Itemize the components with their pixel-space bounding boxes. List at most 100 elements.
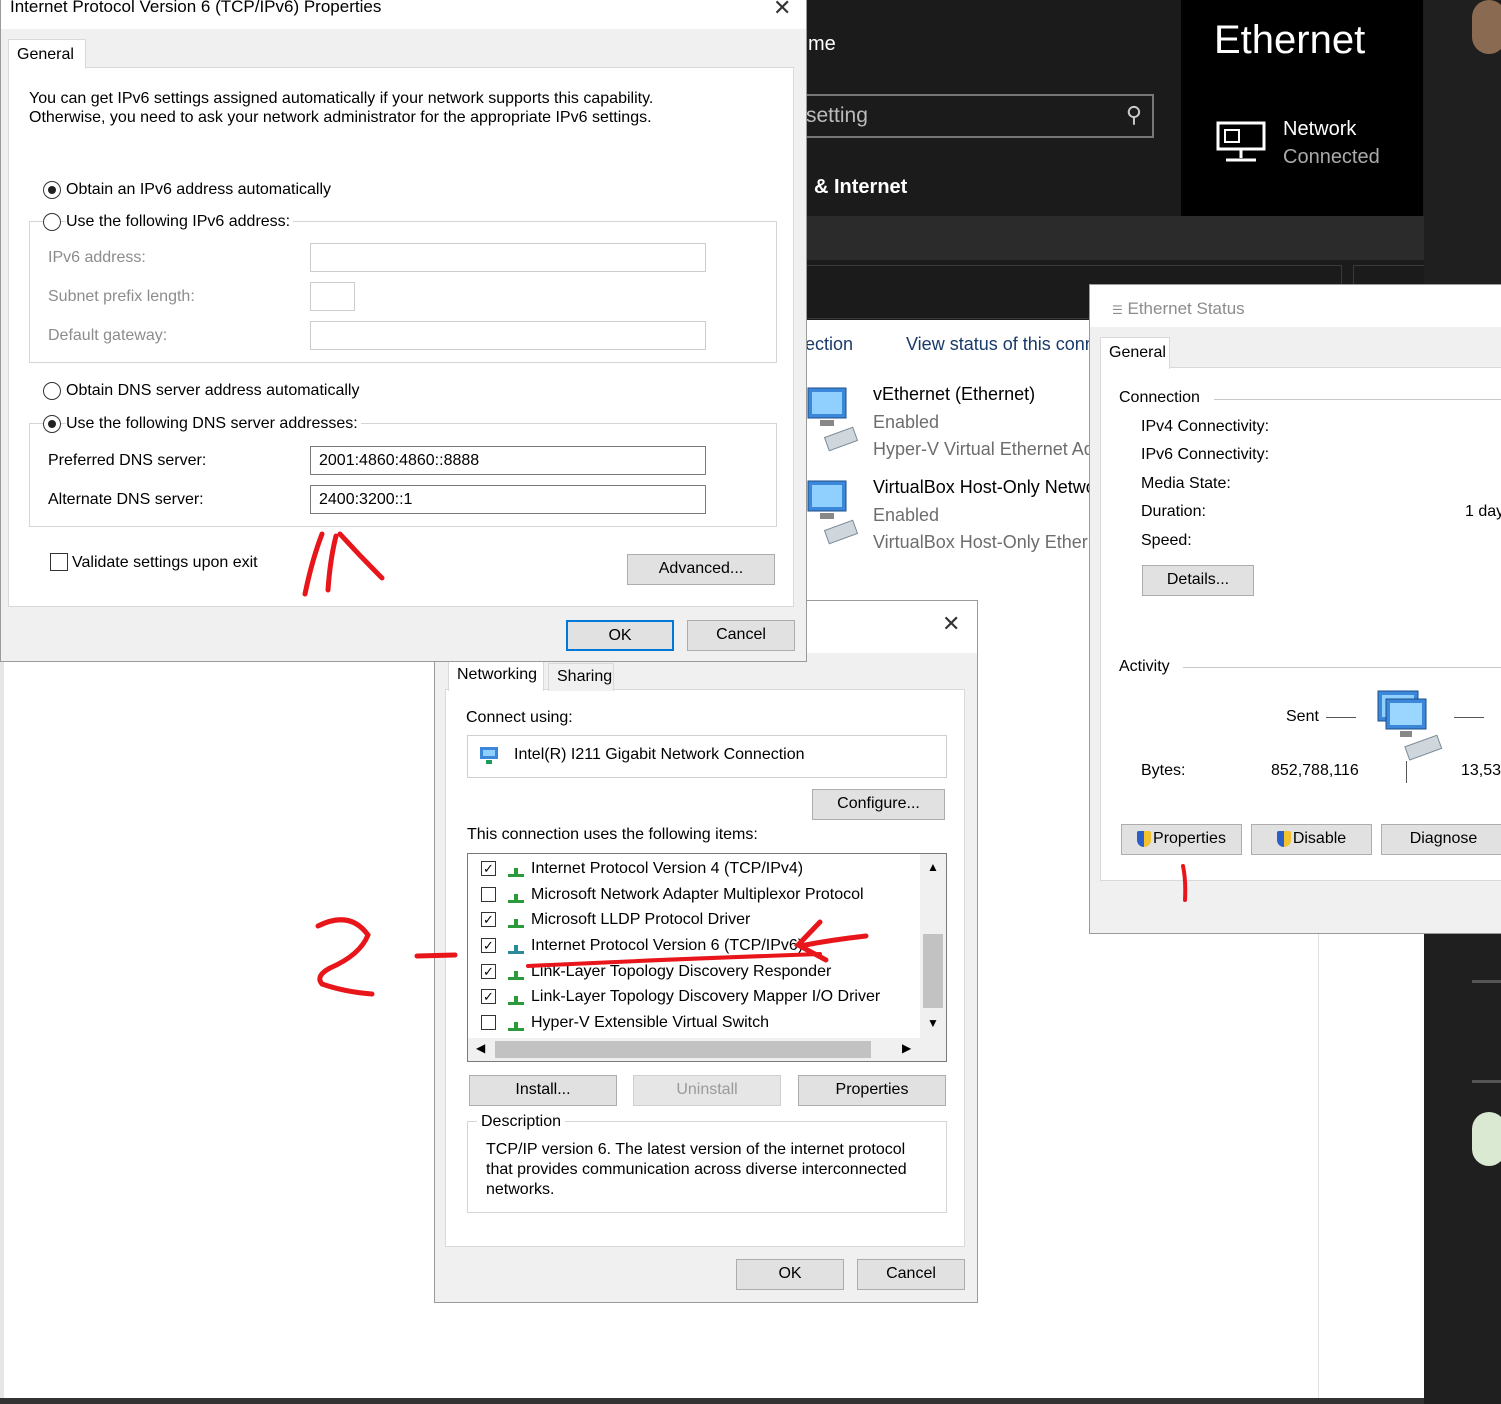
- ok-button[interactable]: OK: [736, 1259, 844, 1290]
- group-divider: [1214, 399, 1501, 400]
- item-label: Microsoft Network Adapter Multiplexor Pr…: [531, 886, 864, 903]
- network-adapter-icon: [807, 387, 859, 452]
- taskbar-edge: [0, 1398, 1424, 1404]
- adapter-status: Enabled: [873, 412, 940, 432]
- radio-obtain-ipv6-auto[interactable]: [43, 181, 61, 199]
- diagnose-button[interactable]: Diagnose: [1381, 824, 1501, 855]
- adapter-status: Enabled: [873, 505, 940, 525]
- avatar[interactable]: [1472, 0, 1501, 54]
- network-status: Connected: [1283, 146, 1380, 168]
- properties-button[interactable]: Properties: [1121, 824, 1242, 855]
- item-checkbox[interactable]: [481, 1015, 496, 1030]
- ipv6-properties-dialog: Internet Protocol Version 6 (TCP/IPv6) P…: [0, 0, 807, 662]
- radio-obtain-ipv6-auto-label: Obtain an IPv6 address automatically: [66, 181, 332, 198]
- install-button[interactable]: Install...: [469, 1075, 617, 1106]
- settings-home-label[interactable]: me: [808, 33, 836, 56]
- item-label: Link-Layer Topology Discovery Responder: [531, 963, 832, 980]
- default-gateway-field[interactable]: [310, 321, 706, 350]
- ok-button[interactable]: OK: [566, 620, 674, 651]
- tab-networking[interactable]: Networking: [448, 659, 544, 691]
- sidebar-divider: [1472, 980, 1501, 983]
- validate-checkbox[interactable]: [50, 553, 68, 571]
- alternate-dns-field[interactable]: 2400:3200::1: [310, 485, 706, 514]
- dialog-title: Internet Protocol Version 6 (TCP/IPv6) P…: [10, 0, 382, 16]
- scroll-up-icon[interactable]: ▲: [927, 860, 939, 874]
- list-item-selected[interactable]: ✓ Internet Protocol Version 6 (TCP/IPv6): [468, 935, 918, 959]
- item-checkbox[interactable]: ✓: [481, 938, 496, 953]
- scroll-right-icon[interactable]: ▶: [902, 1041, 911, 1055]
- list-item[interactable]: ✓ Link-Layer Topology Discovery Responde…: [468, 961, 918, 985]
- list-item[interactable]: Microsoft Network Adapter Multiplexor Pr…: [468, 884, 918, 908]
- description-text-line: that provides communication across diver…: [486, 1161, 907, 1178]
- adapter-name-field: Intel(R) I211 Gigabit Network Connection: [467, 735, 947, 778]
- close-icon[interactable]: ✕: [942, 611, 960, 637]
- tab-general[interactable]: General: [1100, 337, 1170, 369]
- list-item[interactable]: ✓ Link-Layer Topology Discovery Mapper I…: [468, 986, 918, 1010]
- disable-button-label: Disable: [1292, 830, 1347, 847]
- toolbar-view-status-link[interactable]: View status of this conn: [906, 334, 1095, 355]
- left-edge-strip: [0, 660, 4, 1398]
- subnet-prefix-field[interactable]: [310, 282, 355, 311]
- alternate-dns-label: Alternate DNS server:: [48, 491, 204, 508]
- disable-button[interactable]: Disable: [1251, 824, 1372, 855]
- properties-button-label: Properties: [1153, 830, 1226, 847]
- network-card-icon: [480, 747, 498, 764]
- sidebar-divider: [1472, 1080, 1501, 1083]
- subnet-prefix-label: Subnet prefix length:: [48, 288, 195, 305]
- item-label: Microsoft LLDP Protocol Driver: [531, 911, 751, 928]
- media-state-label: Media State:: [1141, 475, 1231, 492]
- network-label: Network: [1283, 118, 1357, 140]
- item-label: Internet Protocol Version 6 (TCP/IPv6): [531, 937, 804, 954]
- adapter-name[interactable]: VirtualBox Host-Only Netwo: [873, 477, 1096, 498]
- preferred-dns-field[interactable]: 2001:4860:4860::8888: [310, 446, 706, 475]
- ipv4-connectivity-label: IPv4 Connectivity:: [1141, 418, 1270, 435]
- adapter-device: VirtualBox Host-Only Etherr: [873, 532, 1094, 552]
- radio-obtain-dns-auto[interactable]: [43, 382, 61, 400]
- close-icon[interactable]: ✕: [773, 0, 791, 21]
- vertical-scrollbar[interactable]: ▲ ▼: [920, 854, 946, 1038]
- background-explorer-pane: [4, 660, 434, 1398]
- ethernet-status-title: ☰ Ethernet Status: [1112, 299, 1245, 319]
- toolbar-connection-link[interactable]: ection: [805, 334, 853, 355]
- description-text-line: TCP/IP version 6. The latest version of …: [486, 1141, 906, 1158]
- details-button[interactable]: Details...: [1142, 565, 1254, 596]
- advanced-button[interactable]: Advanced...: [627, 554, 775, 585]
- item-properties-button[interactable]: Properties: [798, 1075, 946, 1106]
- list-item[interactable]: ✓ Internet Protocol Version 4 (TCP/IPv4): [468, 858, 918, 882]
- item-label: Link-Layer Topology Discovery Mapper I/O…: [531, 988, 881, 1005]
- uninstall-button[interactable]: Uninstall: [633, 1075, 781, 1106]
- scrollbar-thumb[interactable]: [923, 934, 943, 1008]
- scroll-left-icon[interactable]: ◀: [476, 1041, 485, 1055]
- configure-button[interactable]: Configure...: [812, 789, 945, 820]
- network-activity-icon: [1377, 690, 1443, 761]
- protocol-icon: [508, 945, 524, 954]
- ipv6-address-field[interactable]: [310, 243, 706, 272]
- radio-use-dns-addresses[interactable]: [43, 415, 61, 433]
- sent-label: Sent: [1286, 708, 1319, 725]
- list-item[interactable]: Hyper-V Extensible Virtual Switch: [468, 1012, 918, 1036]
- items-label: This connection uses the following items…: [467, 826, 758, 843]
- avatar-secondary[interactable]: [1472, 1112, 1501, 1166]
- cancel-button[interactable]: Cancel: [687, 620, 795, 651]
- bytes-sent-value: 852,788,116: [1271, 762, 1359, 779]
- search-icon[interactable]: ⚲: [1126, 102, 1142, 128]
- item-checkbox[interactable]: ✓: [481, 912, 496, 927]
- item-checkbox[interactable]: ✓: [481, 989, 496, 1004]
- adapter-device: Hyper-V Virtual Ethernet Ad: [873, 439, 1094, 459]
- radio-use-ipv6-address[interactable]: [43, 213, 61, 231]
- tab-sharing[interactable]: Sharing: [548, 663, 614, 691]
- item-checkbox[interactable]: ✓: [481, 964, 496, 979]
- bytes-separator: [1406, 761, 1407, 783]
- horizontal-scrollbar[interactable]: ◀ ▶: [468, 1038, 946, 1061]
- sent-line: [1326, 717, 1356, 718]
- tab-general[interactable]: General: [8, 39, 86, 69]
- cancel-button[interactable]: Cancel: [857, 1259, 965, 1290]
- adapter-name[interactable]: vEthernet (Ethernet): [873, 384, 1035, 405]
- scroll-down-icon[interactable]: ▼: [927, 1016, 939, 1030]
- settings-search-box[interactable]: setting ⚲: [790, 94, 1154, 138]
- h-scrollbar-thumb[interactable]: [495, 1041, 871, 1058]
- group-divider: [1183, 667, 1501, 668]
- list-item[interactable]: ✓ Microsoft LLDP Protocol Driver: [468, 909, 918, 933]
- item-checkbox[interactable]: [481, 887, 496, 902]
- item-checkbox[interactable]: ✓: [481, 861, 496, 876]
